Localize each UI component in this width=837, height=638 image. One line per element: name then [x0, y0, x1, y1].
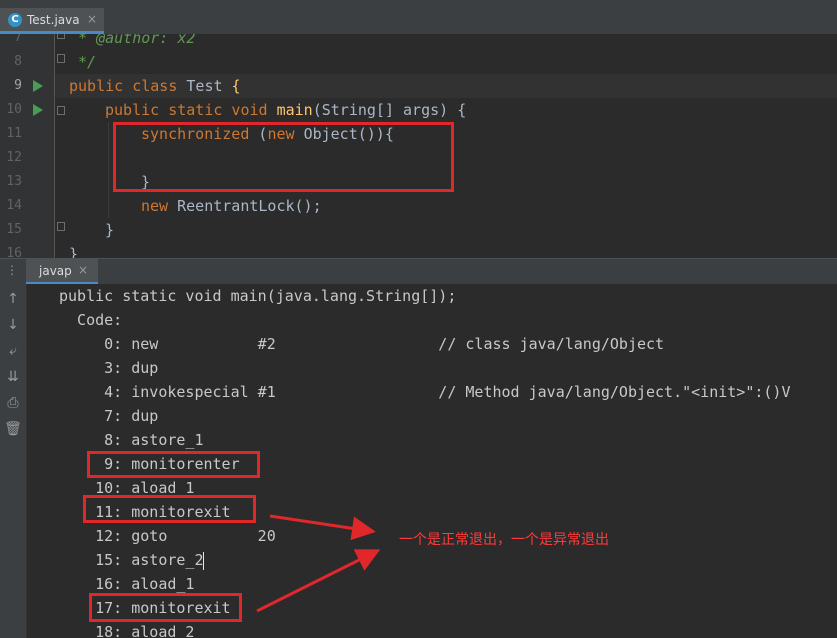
arrow-to-note-exception	[256, 549, 381, 613]
arrow-to-note-normal	[269, 514, 376, 541]
annotation-note: 一个是正常退出，一个是异常退出	[399, 532, 609, 548]
